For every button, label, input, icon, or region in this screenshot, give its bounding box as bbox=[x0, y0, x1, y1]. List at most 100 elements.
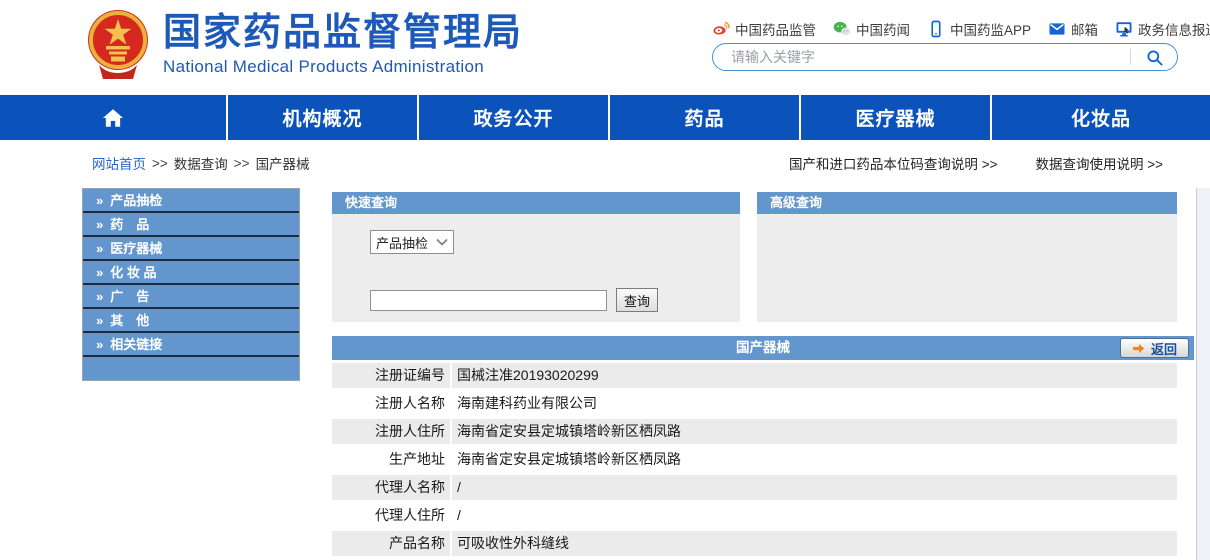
nav-home[interactable] bbox=[0, 95, 226, 140]
sidebar: » 产品抽检 » 药 品 » 医疗器械 » 化 妆 品 » 广 告 » 其 他 » 相关链接 bbox=[82, 188, 300, 381]
sidebar-item-medical-devices[interactable]: » 医疗器械 bbox=[83, 237, 299, 261]
chevron-right-icon: » bbox=[96, 337, 103, 352]
query-button[interactable]: 查询 bbox=[616, 288, 658, 312]
sidebar-item-other[interactable]: » 其 他 bbox=[83, 309, 299, 333]
link-app[interactable]: 中国药监APP bbox=[927, 19, 1031, 39]
quick-link-label: 中国药闻 bbox=[856, 19, 910, 39]
advanced-query-title: 高级查询 bbox=[757, 192, 1177, 214]
advanced-query-panel: 高级查询 bbox=[757, 192, 1177, 322]
search-icon bbox=[1145, 48, 1164, 67]
sidebar-item-product-sampling[interactable]: » 产品抽检 bbox=[83, 189, 299, 213]
row-label: 代理人住所 bbox=[332, 503, 452, 528]
quick-link-label: 邮箱 bbox=[1071, 19, 1098, 39]
back-button-label: 返回 bbox=[1151, 339, 1177, 358]
row-value: 海南建科药业有限公司 bbox=[452, 391, 1177, 416]
row-label: 产品名称 bbox=[332, 531, 452, 556]
sidebar-item-label: 其 他 bbox=[110, 313, 149, 328]
row-value: 海南省定安县定城镇塔岭新区栖凤路 bbox=[452, 419, 1177, 444]
link-drug-code-help[interactable]: 国产和进口药品本位码查询说明 >> bbox=[789, 153, 998, 173]
site-header: 国家药品监督管理局 National Medical Products Admi… bbox=[0, 0, 1210, 95]
site-search bbox=[712, 43, 1178, 71]
search-input[interactable] bbox=[713, 49, 1130, 65]
row-label: 注册人名称 bbox=[332, 391, 452, 416]
sidebar-item-label: 相关链接 bbox=[110, 337, 162, 352]
nav-item-cosmetics[interactable]: 化妆品 bbox=[990, 95, 1210, 140]
sidebar-item-label: 产品抽检 bbox=[110, 193, 162, 208]
table-row: 生产地址 海南省定安县定城镇塔岭新区栖凤路 bbox=[332, 447, 1177, 472]
back-button[interactable]: 返回 bbox=[1120, 338, 1189, 358]
breadcrumb-row: 网站首页 >> 数据查询 >> 国产器械 国产和进口药品本位码查询说明 >> 数… bbox=[0, 140, 1210, 182]
table-row: 注册证编号 国械注准20193020299 bbox=[332, 363, 1177, 388]
category-select[interactable]: 产品抽检 bbox=[370, 230, 454, 254]
sidebar-item-label: 药 品 bbox=[110, 217, 149, 232]
chevron-right-icon: » bbox=[96, 313, 103, 328]
table-row: 代理人住所 / bbox=[332, 503, 1177, 528]
breadcrumb-data-query[interactable]: 数据查询 bbox=[174, 153, 228, 173]
sidebar-item-advertising[interactable]: » 广 告 bbox=[83, 285, 299, 309]
sidebar-item-label: 化 妆 品 bbox=[110, 265, 156, 280]
nav-item-gov-affairs[interactable]: 政务公开 bbox=[417, 95, 608, 140]
link-mail[interactable]: 邮箱 bbox=[1048, 19, 1098, 39]
link-wechat[interactable]: 中国药闻 bbox=[833, 19, 910, 39]
monitor-icon bbox=[1115, 20, 1133, 38]
mail-icon bbox=[1048, 20, 1066, 38]
breadcrumb-separator: >> bbox=[152, 156, 168, 171]
chevron-right-icon: » bbox=[96, 265, 103, 280]
link-weibo[interactable]: 中国药品监管 bbox=[712, 19, 816, 39]
quick-link-label: 中国药品监管 bbox=[735, 19, 816, 39]
result-table-header: 国产器械 返回 bbox=[332, 336, 1194, 360]
mobile-app-icon bbox=[927, 20, 945, 38]
sidebar-item-related-links[interactable]: » 相关链接 bbox=[83, 333, 299, 357]
chevron-right-icon: » bbox=[96, 241, 103, 256]
chevron-right-icon: » bbox=[96, 289, 103, 304]
breadcrumb: 网站首页 >> 数据查询 >> 国产器械 bbox=[92, 153, 310, 173]
row-value: 海南省定安县定城镇塔岭新区栖凤路 bbox=[452, 447, 1177, 472]
quick-link-label: 政务信息报送 bbox=[1138, 19, 1210, 39]
row-value: 可吸收性外科缝线 bbox=[452, 531, 1177, 556]
sidebar-item-label: 医疗器械 bbox=[110, 241, 162, 256]
arrow-right-icon bbox=[1132, 342, 1145, 355]
site-subtitle: National Medical Products Administration bbox=[163, 57, 523, 77]
main-nav: 机构概况 政务公开 药品 医疗器械 化妆品 bbox=[0, 95, 1210, 140]
chevron-down-icon bbox=[436, 238, 448, 246]
wechat-icon bbox=[833, 20, 851, 38]
nav-item-medical-devices[interactable]: 医疗器械 bbox=[799, 95, 990, 140]
nav-item-drugs[interactable]: 药品 bbox=[608, 95, 799, 140]
keyword-input[interactable] bbox=[370, 290, 607, 311]
row-label: 注册人住所 bbox=[332, 419, 452, 444]
notice-links: 国产和进口药品本位码查询说明 >> 数据查询使用说明 >> bbox=[789, 153, 1163, 173]
national-emblem-logo bbox=[85, 7, 151, 87]
result-table-title: 国产器械 bbox=[332, 336, 1194, 360]
sidebar-spacer bbox=[83, 357, 299, 380]
header-quick-links: 中国药品监管 中国药闻 中国药监APP bbox=[712, 18, 1172, 40]
row-label: 生产地址 bbox=[332, 447, 452, 472]
weibo-icon bbox=[712, 20, 730, 38]
site-title: 国家药品监督管理局 bbox=[163, 10, 523, 56]
search-button[interactable] bbox=[1131, 44, 1177, 70]
sidebar-item-drugs[interactable]: » 药 品 bbox=[83, 213, 299, 237]
chevron-right-icon: » bbox=[96, 193, 103, 208]
sidebar-item-label: 广 告 bbox=[110, 289, 149, 304]
page-right-strip bbox=[1197, 188, 1210, 560]
chevron-right-icon: » bbox=[96, 217, 103, 232]
quick-query-panel: 快速查询 产品抽检 查询 bbox=[332, 192, 740, 322]
result-rows: 注册证编号 国械注准20193020299 注册人名称 海南建科药业有限公司 注… bbox=[332, 363, 1177, 556]
row-value: 国械注准20193020299 bbox=[452, 363, 1177, 388]
site-title-block: 国家药品监督管理局 National Medical Products Admi… bbox=[163, 10, 523, 77]
result-table: 国产器械 返回 注册证编号 国械注准20193020299 注册人名称 海南建科… bbox=[332, 336, 1194, 559]
table-row: 注册人住所 海南省定安县定城镇塔岭新区栖凤路 bbox=[332, 419, 1177, 444]
quick-query-title: 快速查询 bbox=[332, 192, 740, 214]
nav-item-agency[interactable]: 机构概况 bbox=[226, 95, 417, 140]
sidebar-item-cosmetics[interactable]: » 化 妆 品 bbox=[83, 261, 299, 285]
table-row: 注册人名称 海南建科药业有限公司 bbox=[332, 391, 1177, 416]
home-icon bbox=[101, 107, 125, 129]
breadcrumb-home[interactable]: 网站首页 bbox=[92, 153, 146, 173]
link-report[interactable]: 政务信息报送 bbox=[1115, 19, 1210, 39]
row-value: / bbox=[452, 475, 1177, 500]
row-label: 注册证编号 bbox=[332, 363, 452, 388]
breadcrumb-separator: >> bbox=[234, 156, 250, 171]
quick-query-body: 产品抽检 查询 bbox=[332, 214, 740, 322]
link-query-help[interactable]: 数据查询使用说明 >> bbox=[1035, 153, 1163, 173]
row-value: / bbox=[452, 503, 1177, 528]
advanced-query-body bbox=[757, 214, 1177, 322]
